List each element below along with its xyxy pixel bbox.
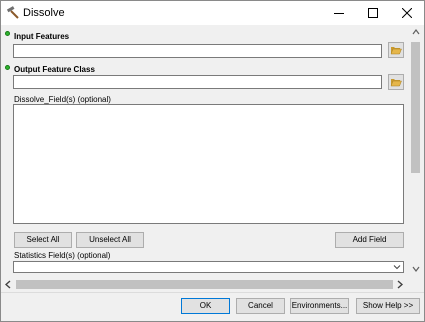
required-indicator-icon <box>5 31 10 36</box>
cancel-button[interactable]: Cancel <box>236 298 285 314</box>
statistics-fields-dropdown[interactable] <box>13 261 404 273</box>
close-button[interactable] <box>390 1 424 25</box>
add-field-button[interactable]: Add Field <box>335 232 404 248</box>
dissolve-fields-list[interactable] <box>13 104 404 224</box>
minimize-button[interactable] <box>322 1 356 25</box>
minimize-icon <box>334 13 344 14</box>
input-features-field[interactable] <box>13 44 382 58</box>
output-feature-class-label: Output Feature Class <box>14 65 95 74</box>
chevron-down-icon <box>393 265 401 270</box>
maximize-icon <box>368 8 378 18</box>
statistics-fields-label: Statistics Field(s) (optional) <box>14 251 111 260</box>
dissolve-dialog: Dissolve Input Features Output Feature C… <box>0 0 425 322</box>
vertical-scroll-thumb[interactable] <box>411 42 420 173</box>
environments-button[interactable]: Environments... <box>290 298 349 314</box>
window-title: Dissolve <box>23 7 65 19</box>
output-feature-class-browse-button[interactable] <box>388 74 404 90</box>
title-bar[interactable]: Dissolve <box>1 1 424 25</box>
dialog-body: Input Features Output Feature Class Diss… <box>1 25 424 321</box>
footer-divider <box>1 292 424 293</box>
maximize-button[interactable] <box>356 1 390 25</box>
input-features-label: Input Features <box>14 32 70 41</box>
scroll-up-icon[interactable] <box>412 29 420 35</box>
input-features-browse-button[interactable] <box>388 42 404 58</box>
select-all-button[interactable]: Select All <box>14 232 72 248</box>
required-indicator-icon <box>5 65 10 70</box>
show-help-button[interactable]: Show Help >> <box>356 298 420 314</box>
scroll-right-icon[interactable] <box>397 280 403 289</box>
close-icon <box>402 8 412 18</box>
horizontal-scrollbar[interactable] <box>1 277 408 292</box>
vertical-scrollbar[interactable] <box>408 25 424 280</box>
scroll-left-icon[interactable] <box>5 280 11 289</box>
folder-open-icon <box>390 79 402 87</box>
folder-open-icon <box>390 47 402 55</box>
output-feature-class-field[interactable] <box>13 75 382 89</box>
scroll-down-icon[interactable] <box>412 266 420 272</box>
unselect-all-button[interactable]: Unselect All <box>76 232 144 248</box>
ok-button[interactable]: OK <box>181 298 230 314</box>
hammer-icon <box>6 6 19 19</box>
horizontal-scroll-thumb[interactable] <box>16 280 393 289</box>
